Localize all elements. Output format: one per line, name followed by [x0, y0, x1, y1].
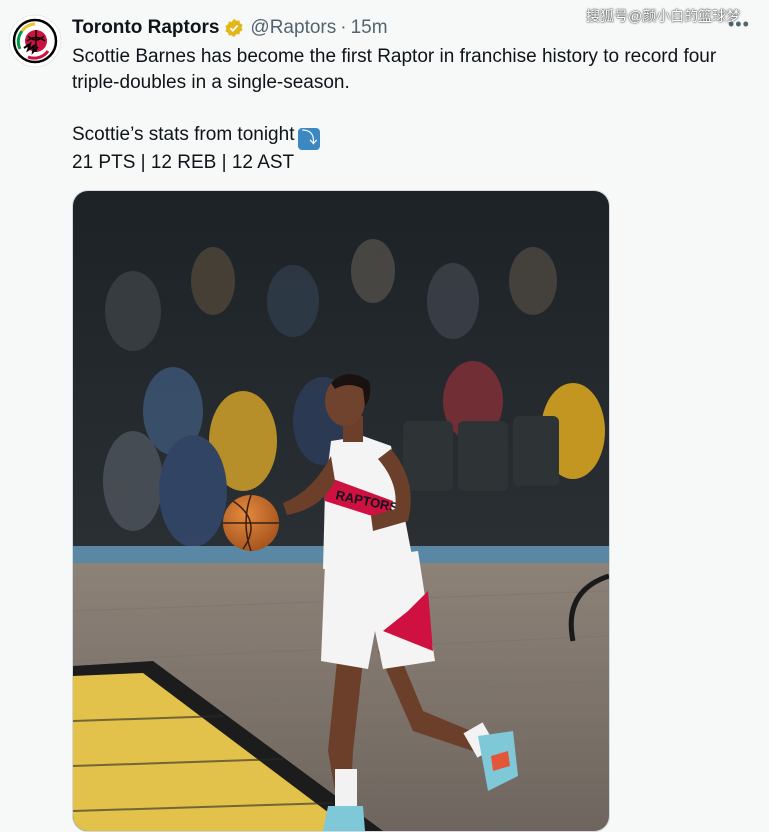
verified-badge-icon[interactable] [224, 18, 244, 38]
arrow-down-right-icon: ⤵ [298, 128, 321, 150]
basketball-photo: RAPTORS [73, 191, 609, 831]
tweet-line-2: Scottie’s stats from tonight ⤵ [72, 122, 752, 150]
tweet-media-photo[interactable]: RAPTORS [72, 190, 610, 832]
tweet-line-3: 21 PTS | 12 REB | 12 AST [72, 152, 295, 173]
tweet-text: Scottie Barnes has become the first Rapt… [72, 44, 752, 176]
timestamp[interactable]: 15m [351, 17, 388, 39]
tweet-line-1: Scottie Barnes has become the first Rapt… [72, 46, 717, 93]
user-handle[interactable]: @Raptors [250, 17, 336, 39]
separator-dot: · [340, 17, 347, 38]
watermark-text: 搜狐号@颜小白的篮球梦 [586, 8, 741, 24]
raptors-logo-icon[interactable] [8, 14, 62, 68]
stats-intro: Scottie’s stats from tonight [72, 124, 295, 145]
tweet-card[interactable]: Toronto Raptors @Raptors · 15m ••• 搜狐号@颜… [0, 0, 769, 832]
tweet-header: Toronto Raptors @Raptors · 15m [72, 14, 388, 42]
display-name[interactable]: Toronto Raptors [72, 17, 219, 39]
